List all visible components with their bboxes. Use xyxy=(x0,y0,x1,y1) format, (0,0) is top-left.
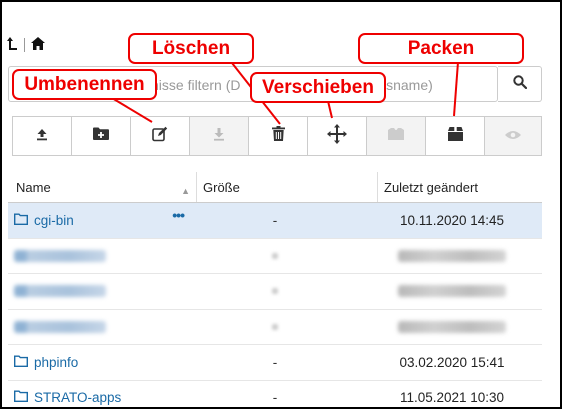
upload-button[interactable] xyxy=(13,117,72,155)
folder-icon xyxy=(14,213,28,228)
search-icon xyxy=(512,74,527,94)
column-header-size[interactable]: Größe xyxy=(196,172,377,202)
sort-ascending-icon: ▲ xyxy=(181,185,190,196)
column-header-date[interactable]: Zuletzt geändert xyxy=(377,172,542,202)
callout-loeschen: Löschen xyxy=(128,33,254,64)
file-name[interactable]: phpinfo xyxy=(34,355,78,370)
table-row[interactable] xyxy=(8,310,542,345)
redacted-name xyxy=(14,249,106,262)
table-row[interactable] xyxy=(8,274,542,310)
search-placeholder-left: nisse filtern (D xyxy=(151,77,241,93)
callout-packen: Packen xyxy=(358,33,524,64)
file-manager-panel: nisse filtern (D isname) Name ▲ Größe Zu… xyxy=(0,0,562,409)
column-header-name-label: Name xyxy=(16,179,51,195)
file-date: 10.11.2020 14:45 xyxy=(399,212,505,228)
upload-icon xyxy=(35,127,49,146)
redacted-date xyxy=(398,320,506,333)
download-button[interactable] xyxy=(190,117,249,155)
move-button[interactable] xyxy=(308,117,367,155)
extract-icon xyxy=(388,127,404,145)
extract-button[interactable] xyxy=(367,117,426,155)
pack-button[interactable] xyxy=(426,117,485,155)
new-folder-button[interactable] xyxy=(72,117,131,155)
redacted-date xyxy=(398,285,506,298)
file-name-cell-blurred[interactable] xyxy=(8,249,188,262)
file-size: - xyxy=(272,390,278,406)
file-name-cell-blurred[interactable] xyxy=(8,320,188,333)
file-table: Name ▲ Größe Zuletzt geändert cgi-bin ••… xyxy=(8,172,542,408)
up-level-icon[interactable] xyxy=(6,36,18,53)
file-name-cell[interactable]: phpinfo xyxy=(8,355,188,370)
redacted-name xyxy=(14,320,106,333)
breadcrumb-separator xyxy=(24,37,25,52)
rename-button[interactable] xyxy=(131,117,190,155)
file-name-cell[interactable]: cgi-bin ••• xyxy=(8,207,188,228)
column-header-name[interactable]: Name ▲ xyxy=(8,179,196,196)
file-name-cell-blurred[interactable] xyxy=(8,285,188,298)
column-header-size-label: Größe xyxy=(203,179,240,195)
rename-icon xyxy=(152,126,168,147)
file-name[interactable]: STRATO-apps xyxy=(34,390,121,405)
folder-icon xyxy=(14,355,28,370)
file-name[interactable]: cgi-bin xyxy=(34,213,74,228)
delete-icon xyxy=(271,126,285,146)
file-date: 11.05.2021 10:30 xyxy=(399,390,505,406)
table-header: Name ▲ Größe Zuletzt geändert xyxy=(8,172,542,203)
view-icon xyxy=(505,127,521,145)
view-button[interactable] xyxy=(485,117,541,155)
download-icon xyxy=(212,127,226,146)
action-toolbar xyxy=(12,116,542,156)
move-icon xyxy=(327,123,347,149)
file-size: - xyxy=(272,354,278,370)
home-icon[interactable] xyxy=(31,36,45,53)
redacted-size xyxy=(272,288,278,295)
folder-icon xyxy=(14,390,28,405)
more-options-icon[interactable]: ••• xyxy=(172,207,185,223)
search-button[interactable] xyxy=(498,66,542,102)
table-row[interactable]: phpinfo - 03.02.2020 15:41 xyxy=(8,345,542,381)
table-row[interactable]: STRATO-apps - 11.05.2021 10:30 xyxy=(8,381,542,408)
column-header-date-label: Zuletzt geändert xyxy=(384,179,478,195)
redacted-date xyxy=(398,249,506,262)
file-date: 03.02.2020 15:41 xyxy=(399,354,505,370)
redacted-name xyxy=(14,285,106,298)
breadcrumb xyxy=(6,36,45,53)
pack-icon xyxy=(447,126,463,146)
redacted-size xyxy=(272,252,278,259)
table-row[interactable] xyxy=(8,239,542,274)
delete-button[interactable] xyxy=(249,117,308,155)
redacted-size xyxy=(272,323,278,330)
file-name-cell[interactable]: STRATO-apps xyxy=(8,390,188,405)
new-folder-icon xyxy=(93,127,109,145)
table-row[interactable]: cgi-bin ••• - 10.11.2020 14:45 xyxy=(8,203,542,239)
callout-verschieben: Verschieben xyxy=(250,72,386,103)
file-size: - xyxy=(272,212,278,228)
search-placeholder-right: isname) xyxy=(383,77,433,93)
callout-umbenennen: Umbenennen xyxy=(12,69,157,100)
